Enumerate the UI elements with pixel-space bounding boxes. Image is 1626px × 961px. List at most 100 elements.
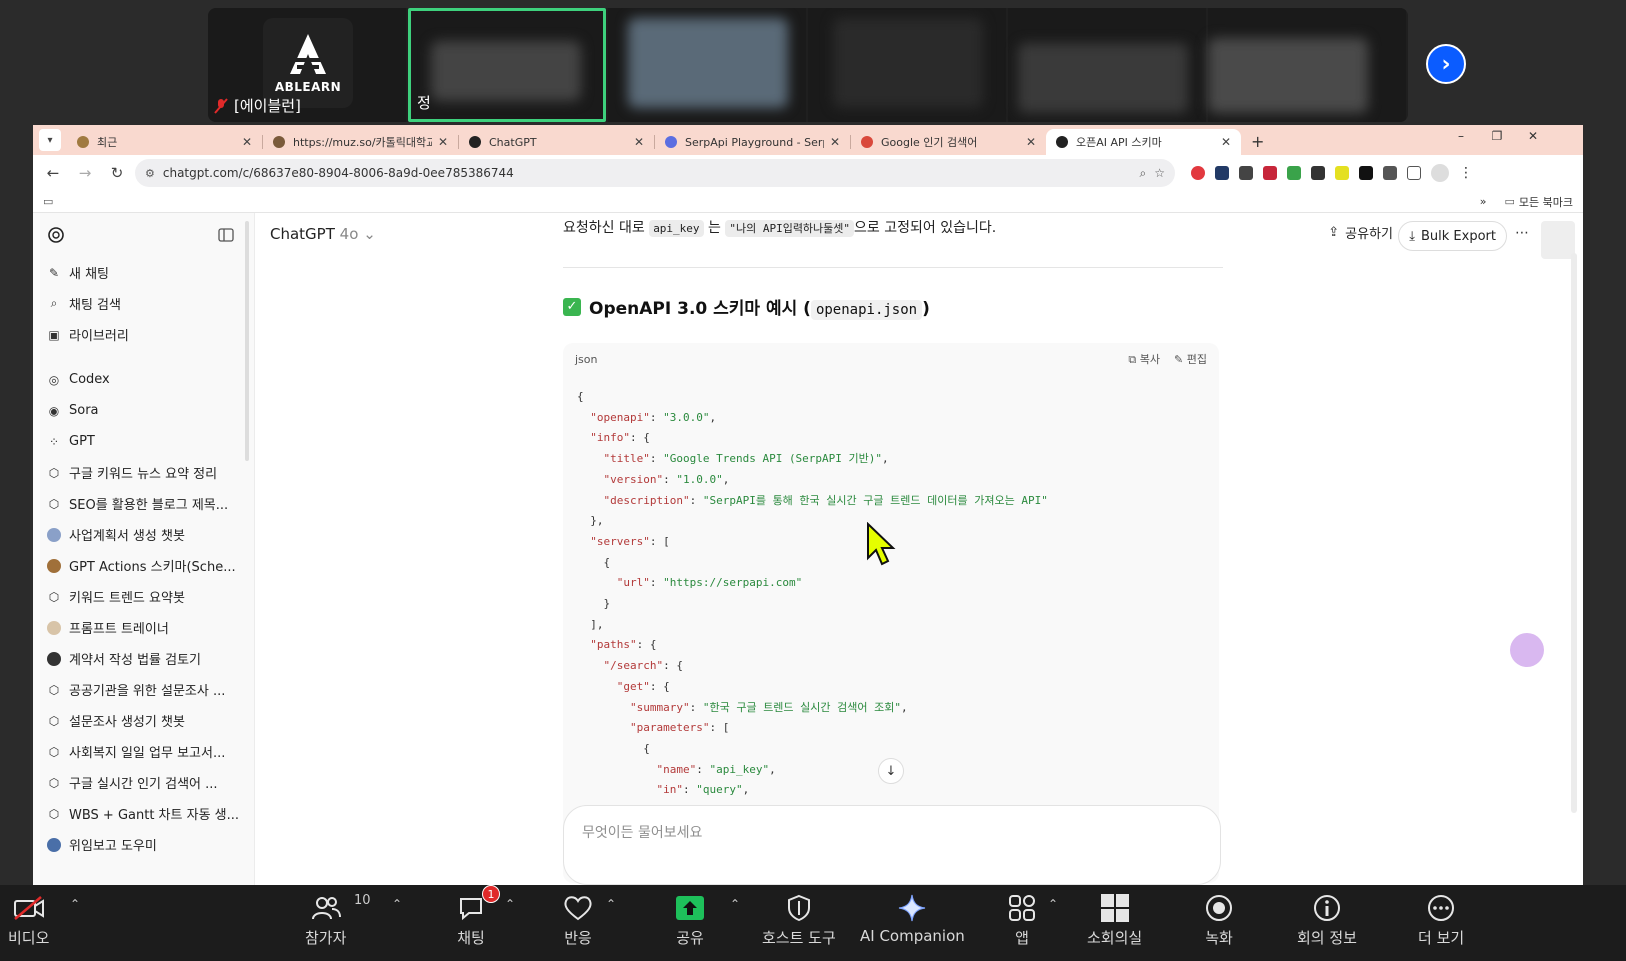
chevron-up-icon[interactable]: ⌃	[392, 897, 402, 911]
chevron-up-icon[interactable]: ⌃	[606, 897, 616, 911]
participants-button[interactable]: 참가자	[305, 891, 346, 948]
extension-icon[interactable]	[1359, 166, 1373, 180]
participant-tile[interactable]	[1208, 8, 1406, 122]
extension-icon[interactable]	[1383, 166, 1397, 180]
participant-tile-active-speaker[interactable]: 정	[408, 8, 606, 122]
tab-google-trends[interactable]: Google 인기 검색어 ✕	[851, 129, 1046, 155]
sidebar-item-gpt[interactable]: ⁘ GPT	[33, 426, 254, 457]
sidebar-item-new-chat[interactable]: ✎ 새 채팅	[33, 257, 254, 288]
sidebar-gpt-item[interactable]: GPT Actions 스키마(Sche...	[33, 550, 254, 581]
close-icon[interactable]: ✕	[1026, 135, 1036, 149]
video-button[interactable]: 비디오	[8, 891, 49, 948]
meeting-info-button[interactable]: 회의 정보	[1297, 891, 1357, 948]
sidebar-gpt-item[interactable]: ⬡ SEO를 활용한 블로그 제목...	[33, 488, 254, 519]
sidebar-item-search-chats[interactable]: ⌕ 채팅 검색	[33, 288, 254, 319]
model-selector[interactable]: ChatGPT 4o ⌄	[270, 225, 376, 243]
bookmarks-overflow[interactable]: »	[1480, 195, 1487, 208]
close-icon[interactable]: ✕	[438, 135, 448, 149]
site-info-icon[interactable]: ⚙	[145, 167, 155, 180]
address-bar[interactable]: ⚙ chatgpt.com/c/68637e80-8904-8006-8a9d-…	[135, 159, 1175, 187]
chevron-up-icon[interactable]: ⌃	[70, 897, 80, 911]
extension-icon[interactable]	[1215, 166, 1229, 180]
sidebar-item-sora[interactable]: ◉ Sora	[33, 395, 254, 426]
chat-button[interactable]: 1 채팅	[454, 885, 500, 948]
sidebar-gpt-item[interactable]: ⬡ 키워드 트렌드 요약봇	[33, 581, 254, 612]
participant-tile[interactable]	[808, 8, 1006, 122]
extension-icon[interactable]	[1335, 166, 1349, 180]
share-button[interactable]: ⇪ 공유하기	[1328, 223, 1393, 242]
back-icon[interactable]: ←	[39, 159, 67, 187]
edit-code-button[interactable]: ✎ 편집	[1174, 351, 1207, 367]
floating-assistant-icon[interactable]	[1510, 633, 1544, 667]
sidebar-item-codex[interactable]: ◎ Codex	[33, 364, 254, 395]
zoom-icon[interactable]: ⌕	[1140, 166, 1147, 181]
ai-companion-button[interactable]: AI Companion	[860, 891, 965, 945]
tab-muz[interactable]: https://muz.so/카톨릭대학교 ✕	[263, 129, 458, 155]
folder-icon[interactable]: ▭	[43, 195, 53, 208]
minimize-icon[interactable]: –	[1443, 125, 1479, 147]
sidebar-gpt-item[interactable]: 사업계획서 생성 챗봇	[33, 519, 254, 550]
sidebar-gpt-item[interactable]: ⬡ 구글 실시간 인기 검색어 ...	[33, 767, 254, 798]
extension-icon[interactable]	[1239, 166, 1253, 180]
sidebar-scrollbar[interactable]	[245, 221, 249, 461]
tab-chatgpt[interactable]: ChatGPT ✕	[459, 129, 654, 155]
extension-icon[interactable]	[1287, 166, 1301, 180]
avatar[interactable]	[1541, 221, 1575, 259]
prompt-input[interactable]	[582, 825, 1202, 841]
code-line: "description": "SerpAPI를 통해 한국 실시간 구글 트렌…	[603, 493, 1048, 507]
all-bookmarks[interactable]: 모든 북마크	[1519, 194, 1573, 210]
scroll-down-arrow-icon[interactable]: ↓	[878, 758, 904, 784]
openai-logo-icon[interactable]	[47, 226, 65, 244]
sidebar-gpt-item[interactable]: 위임보고 도우미	[33, 829, 254, 860]
host-tools-button[interactable]: 호스트 도구	[762, 891, 836, 948]
participant-tile-ablearn[interactable]: ABLEARN [에이블런]	[208, 8, 406, 122]
close-icon[interactable]: ✕	[634, 135, 644, 149]
copy-code-button[interactable]: ⧉ 복사	[1128, 351, 1160, 367]
sidebar-item-library[interactable]: ▣ 라이브러리	[33, 319, 254, 350]
tab-recent[interactable]: 최근 ✕	[67, 129, 262, 155]
close-window-icon[interactable]: ✕	[1515, 125, 1551, 147]
sidebar-gpt-item[interactable]: ⬡ WBS + Gantt 차트 자동 생...	[33, 798, 254, 829]
participant-tile[interactable]	[608, 8, 806, 122]
tab-openai-schema[interactable]: 오픈AI API 스키마 ✕	[1046, 129, 1241, 155]
next-page-arrow-icon[interactable]: ›	[1426, 44, 1466, 84]
extension-icon[interactable]	[1263, 166, 1277, 180]
sidebar-gpt-item[interactable]: 프롬프트 트레이너	[33, 612, 254, 643]
bulk-export-button[interactable]: ⤓ Bulk Export	[1398, 221, 1507, 251]
apps-button[interactable]: 앱	[1005, 891, 1039, 948]
extension-icon[interactable]	[1311, 166, 1325, 180]
sidebar-gpt-item[interactable]: 계약서 작성 법률 검토기	[33, 643, 254, 674]
new-tab-button[interactable]: +	[1251, 132, 1264, 151]
breakout-rooms-button[interactable]: 소회의실	[1087, 891, 1142, 948]
more-button[interactable]: 더 보기	[1418, 891, 1464, 948]
close-icon[interactable]: ✕	[242, 135, 252, 149]
page-scrollbar[interactable]	[1571, 253, 1577, 813]
forward-icon[interactable]: →	[71, 159, 99, 187]
chevron-up-icon[interactable]: ⌃	[1048, 897, 1058, 911]
reload-icon[interactable]: ↻	[103, 159, 131, 187]
bookmark-star-icon[interactable]: ☆	[1154, 166, 1165, 180]
reactions-button[interactable]: 반응	[561, 891, 595, 948]
participant-tile[interactable]	[1008, 8, 1206, 122]
chevron-up-icon[interactable]: ⌃	[730, 897, 740, 911]
close-icon[interactable]: ✕	[830, 135, 840, 149]
sidebar-gpt-item[interactable]: ⬡ 설문조사 생성기 챗봇	[33, 705, 254, 736]
tab-search-button[interactable]: ▾	[39, 129, 61, 151]
sidebar-gpt-item[interactable]: ⬡ 공공기관을 위한 설문조사 ...	[33, 674, 254, 705]
zoom-toolbar: 비디오 ⌃ 참가자 10 ⌃ 1 채팅 ⌃ 반응 ⌃ 공유 ⌃ 호스트 도구 A…	[0, 885, 1626, 961]
maximize-icon[interactable]: ❐	[1479, 125, 1515, 147]
tab-serpapi[interactable]: SerpApi Playground - SerpApi✕	[655, 129, 850, 155]
sidebar-gpt-item[interactable]: ⬡ 구글 키워드 뉴스 요약 정리	[33, 457, 254, 488]
extension-icon[interactable]	[1191, 166, 1205, 180]
puzzle-extensions-icon[interactable]	[1407, 166, 1421, 180]
chevron-up-icon[interactable]: ⌃	[505, 897, 515, 911]
sidebar-gpt-item[interactable]: ⬡ 사회복지 일일 업무 보고서...	[33, 736, 254, 767]
sidebar-toggle-icon[interactable]	[218, 228, 234, 242]
profile-avatar[interactable]	[1431, 164, 1449, 182]
record-button[interactable]: 녹화	[1202, 891, 1236, 948]
more-options-icon[interactable]: ⋯	[1515, 225, 1529, 241]
close-icon[interactable]: ✕	[1221, 135, 1231, 149]
browser-menu-icon[interactable]: ⋮	[1459, 165, 1473, 181]
share-screen-button[interactable]: 공유	[673, 891, 707, 948]
composer[interactable]	[563, 805, 1221, 885]
